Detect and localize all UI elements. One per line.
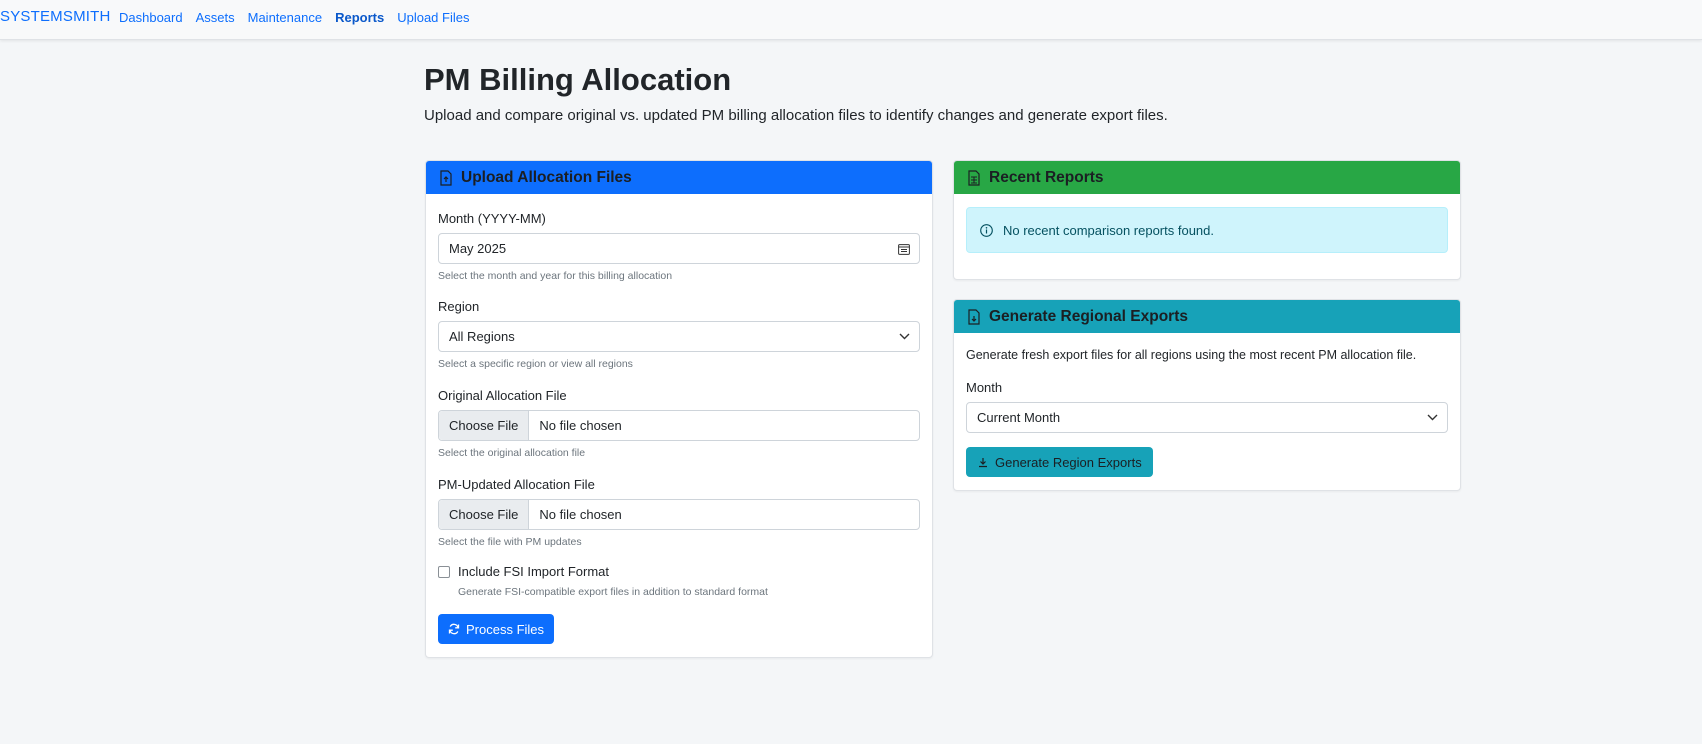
updated-file-input[interactable]: Choose File No file chosen [438, 499, 920, 530]
nav-link-upload-files[interactable]: Upload Files [397, 10, 469, 25]
info-circle-icon [980, 223, 993, 237]
process-files-button[interactable]: Process Files [438, 614, 555, 644]
month-input[interactable]: May 2025 [438, 233, 920, 264]
export-description: Generate fresh export files for all regi… [966, 348, 1417, 362]
region-label: Region [438, 299, 480, 314]
upload-card-header: Upload Allocation Files [426, 161, 932, 194]
brand-logo[interactable]: SYSTEMSMITH [0, 8, 111, 25]
original-file-input[interactable]: Choose File No file chosen [438, 410, 920, 441]
upload-card-title: Upload Allocation Files [461, 168, 632, 186]
month-help: Select the month and year for this billi… [438, 270, 673, 282]
original-file-help: Select the original allocation file [438, 447, 586, 459]
export-month-label: Month [966, 380, 1003, 395]
month-label: Month (YYYY-MM) [438, 211, 546, 226]
recent-card-title: Recent Reports [989, 168, 1104, 186]
region-value: All Regions [449, 329, 515, 344]
region-help: Select a specific region or view all reg… [438, 358, 633, 370]
fsi-checkbox[interactable] [438, 566, 450, 578]
chevron-down-icon [1417, 414, 1447, 421]
nav-link-dashboard[interactable]: Dashboard [119, 10, 183, 25]
no-reports-text: No recent comparison reports found. [1003, 222, 1214, 238]
export-month-value: Current Month [977, 410, 1061, 425]
upload-allocation-card: Upload Allocation Files Month (YYYY-MM) … [425, 160, 933, 658]
regional-exports-card: Generate Regional Exports Generate fresh… [953, 299, 1461, 491]
page-subtitle: Upload and compare original vs. updated … [424, 107, 1168, 124]
export-card-title: Generate Regional Exports [989, 307, 1188, 325]
page-title: PM Billing Allocation [424, 62, 732, 97]
recent-reports-card: Recent Reports No recent comparison repo… [953, 160, 1461, 280]
generate-region-exports-button[interactable]: Generate Region Exports [966, 447, 1153, 477]
no-reports-alert: No recent comparison reports found. [966, 207, 1448, 253]
export-month-select[interactable]: Current Month [966, 402, 1448, 433]
updated-file-status: No file chosen [539, 507, 622, 522]
file-export-icon [968, 308, 980, 325]
month-value: May 2025 [449, 241, 507, 256]
original-file-status: No file chosen [539, 418, 622, 433]
nav-link-assets[interactable]: Assets [196, 10, 235, 25]
nav-link-maintenance[interactable]: Maintenance [248, 10, 322, 25]
download-icon [979, 458, 987, 468]
region-select[interactable]: All Regions [438, 321, 920, 352]
calendar-icon[interactable] [889, 243, 919, 255]
process-files-label: Process Files [466, 621, 545, 637]
spreadsheet-icon [968, 169, 980, 186]
chevron-down-icon [889, 333, 919, 340]
updated-file-help: Select the file with PM updates [438, 536, 582, 548]
refresh-icon [448, 623, 460, 635]
recent-card-header: Recent Reports [954, 161, 1460, 194]
export-card-header: Generate Regional Exports [954, 300, 1460, 333]
nav-link-reports[interactable]: Reports [335, 10, 384, 25]
updated-file-label: PM-Updated Allocation File [438, 477, 595, 492]
updated-choose-file-button[interactable]: Choose File [439, 500, 530, 529]
generate-region-exports-label: Generate Region Exports [995, 454, 1142, 470]
fsi-checkbox-label[interactable]: Include FSI Import Format [458, 564, 609, 579]
nav-links: Dashboard Assets Maintenance Reports Upl… [119, 10, 482, 25]
file-upload-icon [440, 169, 452, 186]
original-choose-file-button[interactable]: Choose File [439, 411, 530, 440]
original-file-label: Original Allocation File [438, 388, 567, 403]
fsi-help: Generate FSI-compatible export files in … [458, 586, 768, 598]
top-navbar: SYSTEMSMITH Dashboard Assets Maintenance… [0, 0, 1702, 40]
